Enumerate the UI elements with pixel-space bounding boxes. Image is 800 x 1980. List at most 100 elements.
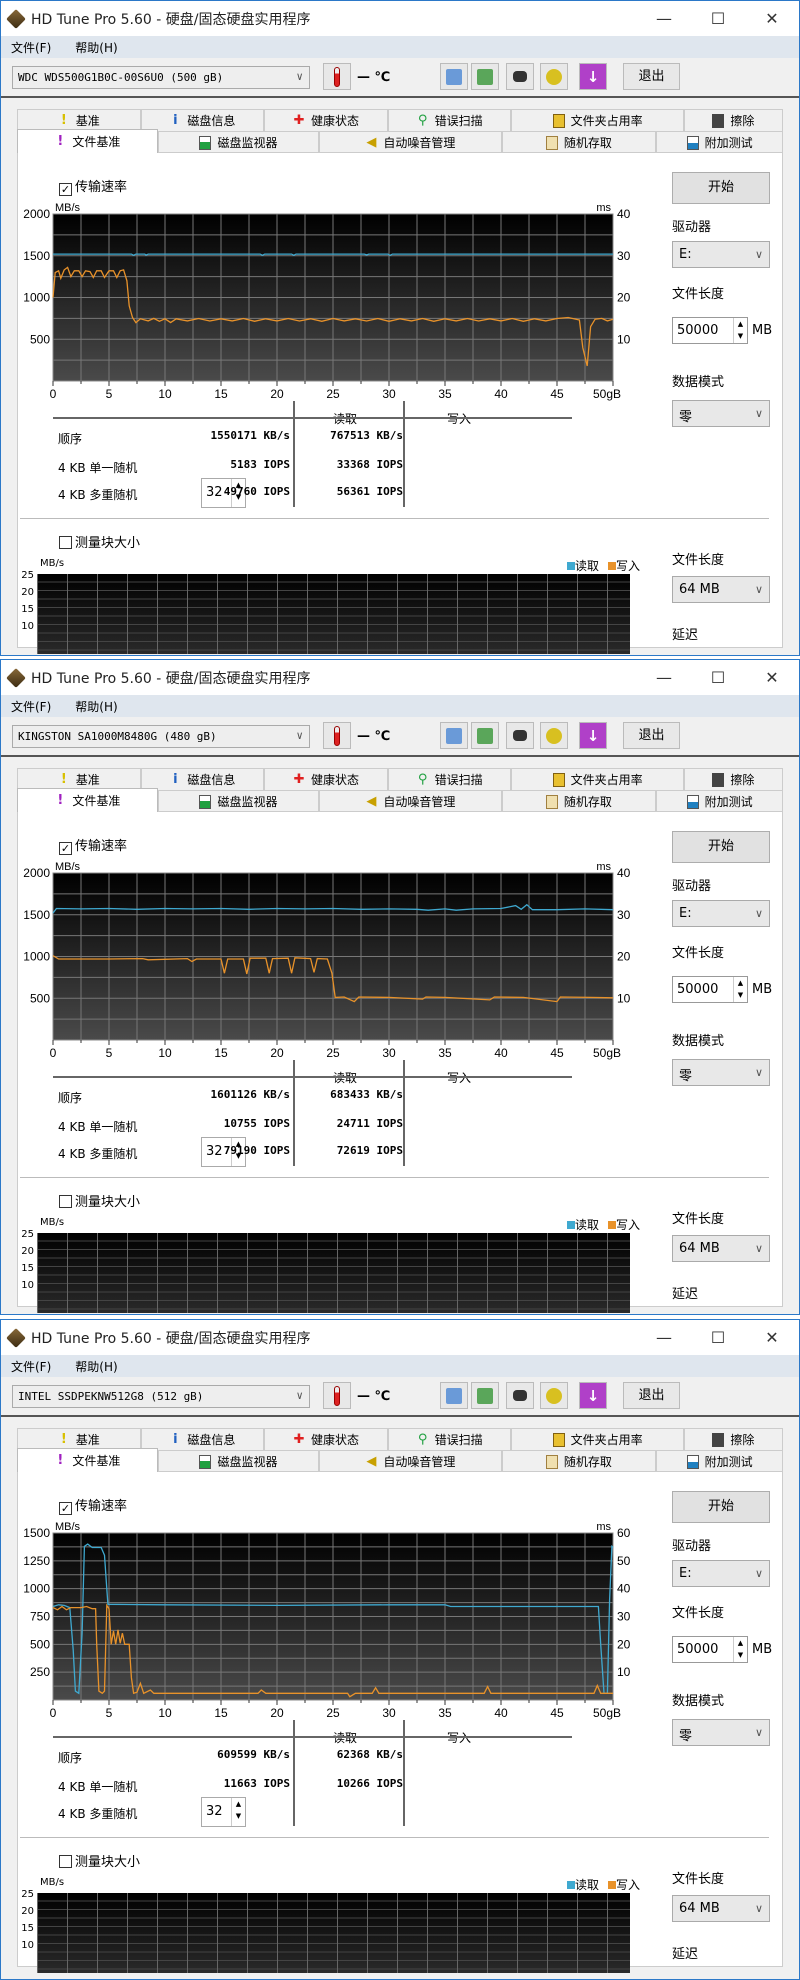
- copy-info-button[interactable]: [440, 1382, 468, 1409]
- drive-letter-select[interactable]: E: ∨: [672, 1560, 770, 1587]
- data-mode-select[interactable]: 零 ∨: [672, 400, 770, 427]
- tab-extra-tests[interactable]: 附加测试: [656, 131, 783, 153]
- spinner-arrows-icon[interactable]: ▲ ▼: [733, 318, 747, 343]
- options-button[interactable]: [540, 1382, 568, 1409]
- spinner-arrows-icon[interactable]: ▲ ▼: [733, 1637, 747, 1662]
- copy-info-button[interactable]: [440, 722, 468, 749]
- minimize-button[interactable]: —: [641, 1320, 687, 1355]
- data-mode-select[interactable]: 零 ∨: [672, 1719, 770, 1746]
- tab-error-scan[interactable]: ⚲ 错误扫描: [387, 768, 512, 790]
- minimize-button[interactable]: —: [641, 660, 687, 695]
- tab-erase[interactable]: 擦除: [683, 768, 783, 790]
- close-button[interactable]: ✕: [749, 660, 795, 695]
- menu-file[interactable]: 文件(F): [11, 1358, 51, 1375]
- tab-aam[interactable]: ◀ 自动噪音管理: [319, 131, 502, 153]
- menu-file[interactable]: 文件(F): [11, 698, 51, 715]
- save-button[interactable]: ↓: [579, 63, 607, 90]
- copy-image-button[interactable]: [471, 722, 499, 749]
- file-length-spinner[interactable]: 50000 ▲ ▼: [672, 976, 748, 1003]
- menu-help[interactable]: 帮助(H): [75, 39, 117, 56]
- tab-folder-usage[interactable]: 文件夹占用率: [511, 768, 684, 790]
- menu-help[interactable]: 帮助(H): [75, 698, 117, 715]
- block-size-checkbox[interactable]: 测量块大小: [59, 532, 140, 551]
- exit-button[interactable]: 退出: [623, 63, 680, 90]
- block-size-checkbox[interactable]: 测量块大小: [59, 1191, 140, 1210]
- tab-extra-tests[interactable]: 附加测试: [656, 1450, 783, 1472]
- start-button[interactable]: 开始: [672, 172, 770, 204]
- tab-benchmark[interactable]: ! 基准: [17, 109, 141, 131]
- options-button[interactable]: [540, 63, 568, 90]
- tab-benchmark[interactable]: ! 基准: [17, 1428, 141, 1450]
- start-button[interactable]: 开始: [672, 1491, 770, 1523]
- tab-health[interactable]: ✚ 健康状态: [264, 1428, 388, 1450]
- close-button[interactable]: ✕: [749, 1, 795, 36]
- drive-letter-select[interactable]: E: ∨: [672, 900, 770, 927]
- tab-disk-monitor[interactable]: 磁盘监视器: [157, 790, 320, 812]
- drive-select[interactable]: WDC WDS500G1B0C-00S6U0 (500 gB) ∨: [12, 66, 310, 89]
- minimize-button[interactable]: —: [641, 1, 687, 36]
- tab-disk-info[interactable]: i 磁盘信息: [140, 1428, 265, 1450]
- drive-select[interactable]: KINGSTON SA1000M8480G (480 gB) ∨: [12, 725, 310, 748]
- tab-file-benchmark[interactable]: ! 文件基准: [17, 129, 158, 153]
- tab-extra-tests[interactable]: 附加测试: [656, 790, 783, 812]
- tab-health[interactable]: ✚ 健康状态: [264, 109, 388, 131]
- queue-depth-spinner[interactable]: 32 ▲ ▼: [201, 1797, 246, 1827]
- maximize-button[interactable]: ☐: [695, 660, 741, 695]
- tab-folder-usage[interactable]: 文件夹占用率: [511, 1428, 684, 1450]
- temperature-button[interactable]: [323, 722, 351, 749]
- tab-error-scan[interactable]: ⚲ 错误扫描: [387, 1428, 512, 1450]
- maximize-button[interactable]: ☐: [695, 1320, 741, 1355]
- tab-disk-monitor[interactable]: 磁盘监视器: [157, 1450, 320, 1472]
- tab-disk-info[interactable]: i 磁盘信息: [140, 768, 265, 790]
- screenshot-button[interactable]: [506, 63, 534, 90]
- options-button[interactable]: [540, 722, 568, 749]
- tab-error-scan[interactable]: ⚲ 错误扫描: [387, 109, 512, 131]
- block-size-checkbox[interactable]: 测量块大小: [59, 1851, 140, 1870]
- temperature-button[interactable]: [323, 1382, 351, 1409]
- block-file-length-select[interactable]: 64 MB ∨: [672, 1235, 770, 1262]
- tab-random-access[interactable]: 随机存取: [501, 790, 657, 812]
- maximize-button[interactable]: ☐: [695, 1, 741, 36]
- spinner-arrows-icon[interactable]: ▲ ▼: [733, 977, 747, 1002]
- save-button[interactable]: ↓: [579, 1382, 607, 1409]
- block-file-length-select[interactable]: 64 MB ∨: [672, 576, 770, 603]
- select-value: 64 MB: [679, 1241, 720, 1256]
- tab-folder-usage[interactable]: 文件夹占用率: [511, 109, 684, 131]
- menu-help[interactable]: 帮助(H): [75, 1358, 117, 1375]
- temperature-button[interactable]: [323, 63, 351, 90]
- exit-button[interactable]: 退出: [623, 1382, 680, 1409]
- tab-health[interactable]: ✚ 健康状态: [264, 768, 388, 790]
- start-button[interactable]: 开始: [672, 831, 770, 863]
- tab-random-access[interactable]: 随机存取: [501, 131, 657, 153]
- screenshot-button[interactable]: [506, 1382, 534, 1409]
- block-file-length-select[interactable]: 64 MB ∨: [672, 1895, 770, 1922]
- select-value: 64 MB: [679, 1901, 720, 1916]
- tab-file-benchmark[interactable]: ! 文件基准: [17, 1448, 158, 1472]
- copy-image-button[interactable]: [471, 1382, 499, 1409]
- tab-aam[interactable]: ◀ 自动噪音管理: [319, 790, 502, 812]
- tab-file-benchmark[interactable]: ! 文件基准: [17, 788, 158, 812]
- menu-file[interactable]: 文件(F): [11, 39, 51, 56]
- save-button[interactable]: ↓: [579, 722, 607, 749]
- copy-info-button[interactable]: [440, 63, 468, 90]
- transfer-rate-checkbox[interactable]: ✓ 传输速率: [59, 835, 127, 855]
- close-button[interactable]: ✕: [749, 1320, 795, 1355]
- tab-disk-info[interactable]: i 磁盘信息: [140, 109, 265, 131]
- drive-letter-select[interactable]: E: ∨: [672, 241, 770, 268]
- spinner-arrows-icon[interactable]: ▲ ▼: [231, 1798, 245, 1826]
- copy-image-button[interactable]: [471, 63, 499, 90]
- drive-select[interactable]: INTEL SSDPEKNW512G8 (512 gB) ∨: [12, 1385, 310, 1408]
- file-length-spinner[interactable]: 50000 ▲ ▼: [672, 1636, 748, 1663]
- tab-disk-monitor[interactable]: 磁盘监视器: [157, 131, 320, 153]
- screenshot-button[interactable]: [506, 722, 534, 749]
- transfer-rate-checkbox[interactable]: ✓ 传输速率: [59, 176, 127, 196]
- tab-erase[interactable]: 擦除: [683, 1428, 783, 1450]
- exit-button[interactable]: 退出: [623, 722, 680, 749]
- tab-random-access[interactable]: 随机存取: [501, 1450, 657, 1472]
- tab-benchmark[interactable]: ! 基准: [17, 768, 141, 790]
- file-length-spinner[interactable]: 50000 ▲ ▼: [672, 317, 748, 344]
- transfer-rate-checkbox[interactable]: ✓ 传输速率: [59, 1495, 127, 1515]
- tab-erase[interactable]: 擦除: [683, 109, 783, 131]
- data-mode-select[interactable]: 零 ∨: [672, 1059, 770, 1086]
- tab-aam[interactable]: ◀ 自动噪音管理: [319, 1450, 502, 1472]
